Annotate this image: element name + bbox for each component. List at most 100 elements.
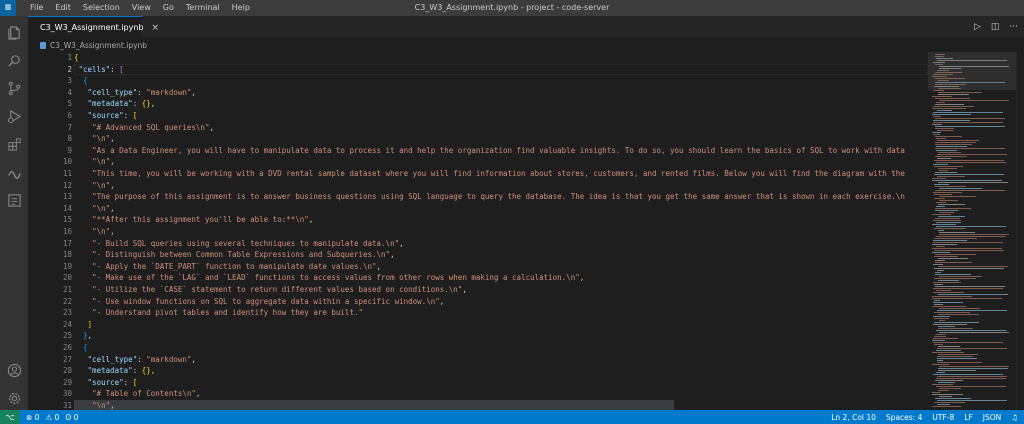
ports-indicator[interactable]: ʘ 0 [65, 413, 78, 422]
code-token: "# Advanced SQL queries\n" [92, 122, 210, 132]
run-debug-icon[interactable] [6, 108, 22, 124]
encoding[interactable]: UTF-8 [932, 413, 954, 422]
minimap-line [934, 268, 1004, 269]
code-line[interactable]: { [74, 75, 88, 87]
code-token: {} [141, 99, 151, 109]
account-icon[interactable] [6, 362, 22, 378]
code-line[interactable]: "cells": [ [74, 64, 124, 76]
notebook-outline-icon[interactable] [6, 192, 22, 208]
menu-view[interactable]: View [126, 0, 157, 16]
app-logo-icon[interactable]: ≡ [0, 0, 16, 16]
menu-help[interactable]: Help [226, 0, 256, 16]
breadcrumb-file[interactable]: C3_W3_Assignment.ipynb [50, 41, 147, 50]
minimap-line [936, 226, 1006, 227]
code-line[interactable]: "The purpose of this assignment is to an… [74, 191, 905, 203]
code-line[interactable]: "\n", [74, 156, 115, 168]
code-line[interactable]: "\n", [74, 226, 115, 238]
code-line[interactable]: "This time, you will be working with a D… [74, 168, 905, 180]
extensions-icon[interactable] [6, 136, 22, 152]
code-line[interactable]: "**After this assignment you'll be able … [74, 214, 313, 226]
end-of-line[interactable]: LF [964, 413, 973, 422]
minimap[interactable] [928, 52, 1016, 410]
code-token: "cell_type" [87, 354, 138, 364]
minimap-line [934, 160, 1004, 161]
language-mode[interactable]: JSON [983, 413, 1002, 422]
minimap-line [936, 102, 945, 103]
minimap-line [932, 132, 941, 133]
minimap-line [937, 358, 977, 359]
minimap-line [939, 212, 954, 213]
minimap-line [934, 174, 1004, 175]
minimap-line [939, 170, 948, 171]
minimap-line [937, 310, 1007, 311]
code-token: , [110, 203, 115, 213]
vertical-scrollbar[interactable] [1016, 52, 1024, 410]
code-line[interactable]: "source": [ [74, 110, 138, 122]
notifications-bell-icon[interactable]: ♫ [1011, 413, 1018, 422]
code-line[interactable]: "- Utilize the `CASE` statement to retur… [74, 284, 467, 296]
code-line[interactable]: { [74, 342, 88, 354]
code-token: , [110, 134, 115, 144]
problems-warnings[interactable]: ⚠ 0 [45, 413, 59, 422]
code-line[interactable]: "cell_type": "markdown", [74, 87, 196, 99]
menu-terminal[interactable]: Terminal [180, 0, 226, 16]
minimap-line [938, 258, 968, 259]
code-line[interactable]: "\n", [74, 400, 115, 410]
files-icon[interactable] [6, 24, 22, 40]
minimap-slider[interactable] [928, 52, 1016, 90]
code-line[interactable]: }, [74, 330, 92, 342]
code-line[interactable]: "- Understand pivot tables and identify … [74, 307, 363, 319]
code-line[interactable]: "- Apply the `DATE_PART` function to man… [74, 261, 381, 273]
more-actions-icon[interactable]: ··· [1009, 22, 1018, 32]
problems-errors[interactable]: ⊗ 0 [26, 413, 39, 422]
code-line[interactable]: "- Make use of the `LAG` and `LEAD` func… [74, 272, 584, 284]
run-icon[interactable]: ▷ [974, 22, 981, 32]
menu-file[interactable]: File [24, 0, 49, 16]
line-number: 25 [62, 331, 72, 341]
minimap-line [937, 110, 952, 111]
code-line[interactable]: "\n", [74, 180, 115, 192]
code-line[interactable]: ] [74, 319, 93, 331]
title-bar: ≡ File Edit Selection View Go Terminal H… [0, 0, 1024, 16]
source-control-icon[interactable] [6, 80, 22, 96]
code-area[interactable]: { "cells": [ { "cell_type": "markdown", … [74, 52, 928, 410]
code-line[interactable]: "# Table of Contents\n", [74, 388, 200, 400]
code-line[interactable]: "metadata": {}, [74, 365, 156, 377]
code-line[interactable]: "# Advanced SQL queries\n", [74, 122, 214, 134]
menu-bar: File Edit Selection View Go Terminal Hel… [24, 0, 256, 16]
code-line[interactable]: "source": [ [74, 377, 138, 389]
code-token: [ [119, 64, 124, 74]
minimap-line [937, 376, 1007, 377]
code-line[interactable]: "- Build SQL queries using several techn… [74, 238, 404, 250]
code-line[interactable]: { [74, 52, 79, 64]
minimap-line [933, 220, 961, 221]
menu-selection[interactable]: Selection [77, 0, 126, 16]
minimap-line [934, 198, 945, 199]
notebook-file-icon [40, 41, 46, 49]
minimap-line [934, 402, 965, 403]
minimap-line [932, 96, 952, 97]
jupyter-icon[interactable] [6, 164, 22, 180]
menu-go[interactable]: Go [157, 0, 180, 16]
code-line[interactable]: "\n", [74, 133, 115, 145]
split-editor-icon[interactable]: ◫ [991, 22, 1000, 32]
indentation[interactable]: Spaces: 4 [886, 413, 922, 422]
code-line[interactable]: "- Use window functions on SQL to aggreg… [74, 296, 444, 308]
code-line[interactable]: "- Distinguish between Common Table Expr… [74, 249, 395, 261]
close-icon[interactable]: × [152, 23, 160, 33]
settings-gear-icon[interactable] [6, 390, 22, 406]
code-line[interactable]: "\n", [74, 203, 115, 215]
remote-indicator-icon[interactable]: ⌥ [0, 410, 20, 424]
code-line[interactable]: "As a Data Engineer, you will have to ma… [74, 145, 905, 157]
code-line[interactable]: "cell_type": "markdown", [74, 354, 196, 366]
tab-notebook-file[interactable]: C3_W3_Assignment.ipynb × [28, 16, 159, 38]
minimap-line [935, 254, 976, 255]
code-line[interactable]: "metadata": {}, [74, 98, 156, 110]
code-token: "\n" [92, 157, 111, 167]
search-icon[interactable] [6, 52, 22, 68]
menu-edit[interactable]: Edit [49, 0, 77, 16]
code-editor[interactable]: 1 2 3 4 5 6 7 8 9 10 11 12 13 14 15 16 1… [28, 52, 928, 410]
cursor-position[interactable]: Ln 2, Col 10 [831, 413, 876, 422]
